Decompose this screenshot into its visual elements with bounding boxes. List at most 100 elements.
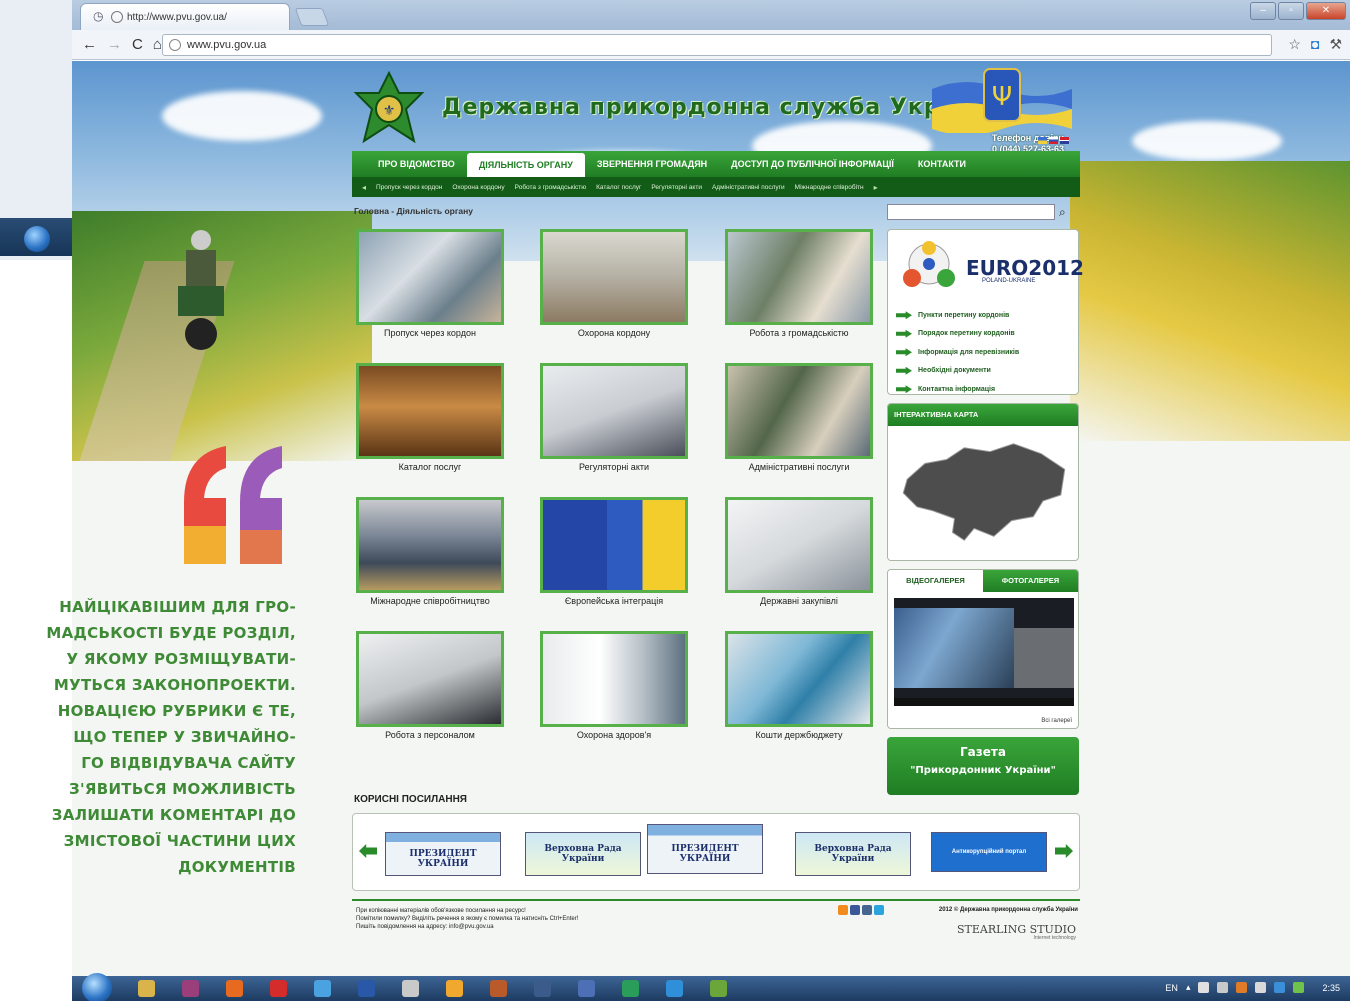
- language-indicator[interactable]: EN: [1165, 983, 1178, 993]
- interactive-map-box[interactable]: ІНТЕРАКТИВНА КАРТА: [887, 403, 1079, 561]
- search-input[interactable]: [887, 204, 1055, 220]
- nav-about[interactable]: ПРО ВІДОМСТВО: [366, 151, 467, 177]
- euro-link[interactable]: Контактна інформація: [896, 380, 1019, 399]
- twitter-icon[interactable]: [874, 905, 884, 915]
- battery-icon[interactable]: [1255, 982, 1267, 993]
- maximize-icon[interactable]: ▫: [1278, 2, 1304, 20]
- photoshop-icon[interactable]: [358, 980, 375, 997]
- breadcrumb[interactable]: Головна - Діяльність органу: [354, 206, 473, 216]
- app-icon[interactable]: [710, 980, 727, 997]
- security-icon[interactable]: [1293, 982, 1305, 993]
- tile-public-procurement[interactable]: Державні закупівлі: [725, 497, 877, 606]
- anticorruption-banner[interactable]: Антикорупційний портал: [931, 832, 1047, 872]
- address-bar[interactable]: www.pvu.gov.ua: [162, 34, 1272, 56]
- new-tab-button[interactable]: [294, 8, 330, 26]
- tile-border-crossing[interactable]: Пропуск через кордон: [356, 229, 508, 338]
- signal-icon[interactable]: [1217, 982, 1229, 993]
- president-banner[interactable]: ПРЕЗИДЕНТ УКРАЇНИ: [385, 832, 501, 876]
- president-banner[interactable]: ПРЕЗИДЕНТ УКРАЇНИ: [647, 824, 763, 874]
- site-title[interactable]: Державна прикордонна служба України: [442, 95, 997, 120]
- lang-ru-icon[interactable]: [1049, 137, 1058, 144]
- tile-regulatory-acts[interactable]: Регуляторні акти: [540, 363, 692, 472]
- tab-video-gallery[interactable]: ВІДЕОГАЛЕРЕЯ: [888, 570, 983, 592]
- all-galleries-link[interactable]: Всі галереї: [1041, 718, 1072, 724]
- tab-photo-gallery[interactable]: ФОТОГАЛЕРЕЯ: [983, 570, 1078, 592]
- vk-icon[interactable]: [862, 905, 872, 915]
- forward-icon[interactable]: →: [107, 36, 122, 53]
- lang-en-icon[interactable]: [1060, 137, 1069, 144]
- tile-international-cooperation[interactable]: Міжнародне співробітництво: [356, 497, 508, 606]
- euro-link[interactable]: Необхідні документи: [896, 362, 1019, 381]
- files-icon[interactable]: [446, 980, 463, 997]
- minimize-icon[interactable]: –: [1250, 2, 1276, 20]
- tile-budget-funds[interactable]: Кошти держбюджету: [725, 631, 877, 740]
- rada-banner[interactable]: Верховна Рада України: [525, 832, 641, 876]
- video-player[interactable]: [894, 598, 1074, 706]
- tile-public-relations[interactable]: Робота з громадськістю: [725, 229, 877, 338]
- extension-icon[interactable]: ◘: [1311, 36, 1319, 53]
- home-icon[interactable]: ⌂: [153, 36, 162, 53]
- nav-activity[interactable]: ДІЯЛЬНІСТЬ ОРГАНУ: [466, 153, 585, 177]
- chrome-icon[interactable]: [314, 980, 331, 997]
- subnav-item[interactable]: Каталог послуг: [596, 184, 641, 191]
- indesign-icon[interactable]: [182, 980, 199, 997]
- euro-links: Пункти перетину кордонів Порядок перетин…: [896, 306, 1019, 399]
- tile-health-care[interactable]: Охорона здоров'я: [540, 631, 692, 740]
- search-icon[interactable]: ⌕: [1059, 204, 1073, 220]
- explorer-icon[interactable]: [138, 980, 155, 997]
- ukraine-map-icon[interactable]: [894, 430, 1074, 558]
- paint-icon[interactable]: [402, 980, 419, 997]
- subnav-item[interactable]: Адміністративні послуги: [712, 184, 785, 191]
- page-info-icon[interactable]: [169, 39, 181, 51]
- archive-icon[interactable]: [490, 980, 507, 997]
- reload-icon[interactable]: C: [132, 36, 143, 53]
- nav-public-info[interactable]: ДОСТУП ДО ПУБЛІЧНОЇ ІНФОРМАЦІЇ: [719, 151, 906, 177]
- rada-banner[interactable]: Верховна Рада України: [795, 832, 911, 876]
- euro-link-label: Порядок перетину кордонів: [918, 330, 1015, 338]
- tile-border-guard[interactable]: Охорона кордону: [540, 229, 692, 338]
- wrench-icon[interactable]: ⚒: [1329, 36, 1342, 53]
- tile-admin-services[interactable]: Адміністративні послуги: [725, 363, 877, 472]
- lang-ua-icon[interactable]: [1038, 137, 1047, 144]
- back-icon[interactable]: ←: [82, 36, 97, 53]
- tile-services-catalog[interactable]: Каталог послуг: [356, 363, 508, 472]
- subnav-item[interactable]: Робота з громадськістю: [515, 184, 586, 191]
- subnav-item[interactable]: Пропуск через кордон: [376, 184, 442, 191]
- document-icon[interactable]: [578, 980, 595, 997]
- subnav-right-arrow-icon[interactable]: ▸: [874, 183, 878, 192]
- euro-link[interactable]: Інформація для перевізників: [896, 343, 1019, 362]
- media-icon[interactable]: [534, 980, 551, 997]
- start-button-icon[interactable]: [82, 973, 112, 1001]
- gazeta-banner[interactable]: Газета "Прикордонник України": [887, 737, 1079, 795]
- nav-appeals[interactable]: ЗВЕРНЕННЯ ГРОМАДЯН: [585, 151, 719, 177]
- subnav-item[interactable]: Регуляторні акти: [651, 184, 702, 191]
- clock[interactable]: 2:35: [1322, 983, 1340, 993]
- facebook-icon[interactable]: [850, 905, 860, 915]
- tile-european-integration[interactable]: Європейська інтеграція: [540, 497, 692, 606]
- bookmark-star-icon[interactable]: ☆: [1288, 36, 1301, 53]
- border-service-emblem-icon[interactable]: ⚜: [352, 71, 426, 147]
- carousel-prev-icon[interactable]: [359, 844, 377, 858]
- close-icon[interactable]: ✕: [1306, 2, 1346, 20]
- background-start-orb-icon[interactable]: [24, 226, 50, 252]
- subnav-item[interactable]: Охорона кордону: [452, 184, 504, 191]
- update-icon[interactable]: [1274, 982, 1286, 993]
- footer-line[interactable]: Пишіть повідомлення на адресу: info@pvu.…: [356, 923, 578, 931]
- euro-link[interactable]: Пункти перетину кордонів: [896, 306, 1019, 325]
- euro2012-box[interactable]: EURO2012 POLAND-UKRAINE Пункти перетину …: [887, 229, 1084, 395]
- network-icon[interactable]: [1198, 982, 1210, 993]
- firefox-icon[interactable]: [226, 980, 243, 997]
- subnav-left-arrow-icon[interactable]: ◂: [362, 183, 366, 192]
- messenger-icon[interactable]: [666, 980, 683, 997]
- tile-personnel[interactable]: Робота з персоналом: [356, 631, 508, 740]
- volume-icon[interactable]: [1236, 982, 1248, 993]
- nav-contacts[interactable]: КОНТАКТИ: [906, 151, 978, 177]
- subnav-item[interactable]: Міжнародне співробітн: [795, 184, 864, 191]
- skype-icon[interactable]: [622, 980, 639, 997]
- carousel-next-icon[interactable]: [1055, 844, 1073, 858]
- opera-icon[interactable]: [270, 980, 287, 997]
- rss-icon[interactable]: [838, 905, 848, 915]
- browser-tab[interactable]: ◷ http://www.pvu.gov.ua/: [80, 3, 290, 30]
- euro-link[interactable]: Порядок перетину кордонів: [896, 325, 1019, 344]
- tray-expand-icon[interactable]: ▴: [1186, 982, 1191, 993]
